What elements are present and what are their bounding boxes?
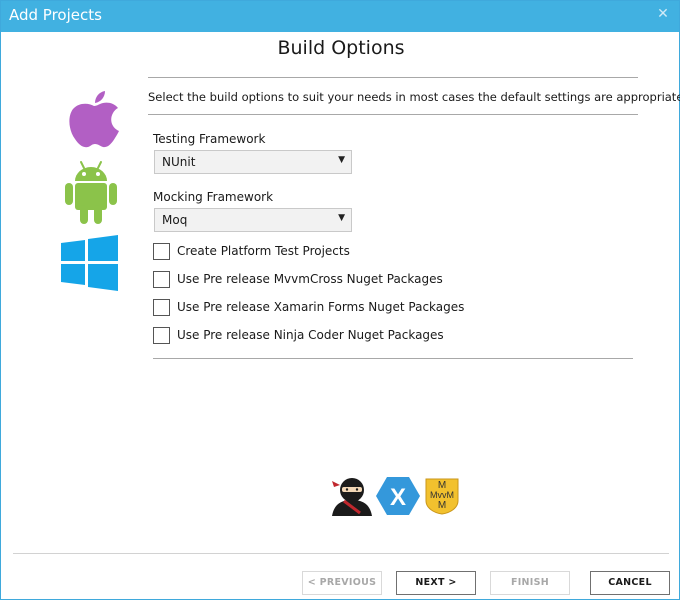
title-bar: Add Projects ✕ <box>1 1 679 32</box>
previous-button[interactable]: < PREVIOUS <box>302 571 382 595</box>
close-icon[interactable]: ✕ <box>655 6 671 22</box>
chevron-down-icon: ▼ <box>338 213 345 223</box>
option-label: Create Platform Test Projects <box>177 244 350 258</box>
options-divider <box>153 358 633 359</box>
option-label: Use Pre release Xamarin Forms Nuget Pack… <box>177 300 465 314</box>
xamarin-letter: X <box>390 484 406 511</box>
mvvmcross-logo: M MvvM M <box>425 478 459 515</box>
mocking-framework-dropdown[interactable]: Moq ▼ <box>154 208 352 232</box>
cancel-button[interactable]: CANCEL <box>590 571 670 595</box>
testing-framework-value: NUnit <box>162 155 196 169</box>
mocking-framework-label: Mocking Framework <box>153 190 274 204</box>
top-divider <box>148 77 638 78</box>
chevron-down-icon: ▼ <box>338 155 345 165</box>
finish-button[interactable]: FINISH <box>490 571 570 595</box>
add-projects-window: Add Projects ✕ Build Options Select the … <box>0 0 680 600</box>
footer-divider <box>13 553 669 554</box>
ninja-coder-logo <box>332 478 372 516</box>
apple-icon <box>69 91 119 148</box>
xamarin-logo: X <box>376 477 420 515</box>
description-divider <box>148 114 638 115</box>
testing-framework-label: Testing Framework <box>153 132 266 146</box>
description-text: Select the build options to suit your ne… <box>148 90 680 104</box>
android-icon <box>65 161 117 224</box>
checkbox[interactable] <box>153 299 170 316</box>
mocking-framework-value: Moq <box>162 213 188 227</box>
mvvm-logo-bottom: M <box>438 500 446 511</box>
testing-framework-dropdown[interactable]: NUnit ▼ <box>154 150 352 174</box>
checkbox[interactable] <box>153 243 170 260</box>
next-button[interactable]: NEXT > <box>396 571 476 595</box>
checkbox[interactable] <box>153 271 170 288</box>
mvvm-logo-mid: MvvM <box>430 490 454 500</box>
windows-icon <box>61 235 118 291</box>
window-title: Add Projects <box>9 6 102 24</box>
page-heading: Build Options <box>277 37 405 59</box>
option-label: Use Pre release MvvmCross Nuget Packages <box>177 272 443 286</box>
checkbox[interactable] <box>153 327 170 344</box>
option-label: Use Pre release Ninja Coder Nuget Packag… <box>177 328 444 342</box>
